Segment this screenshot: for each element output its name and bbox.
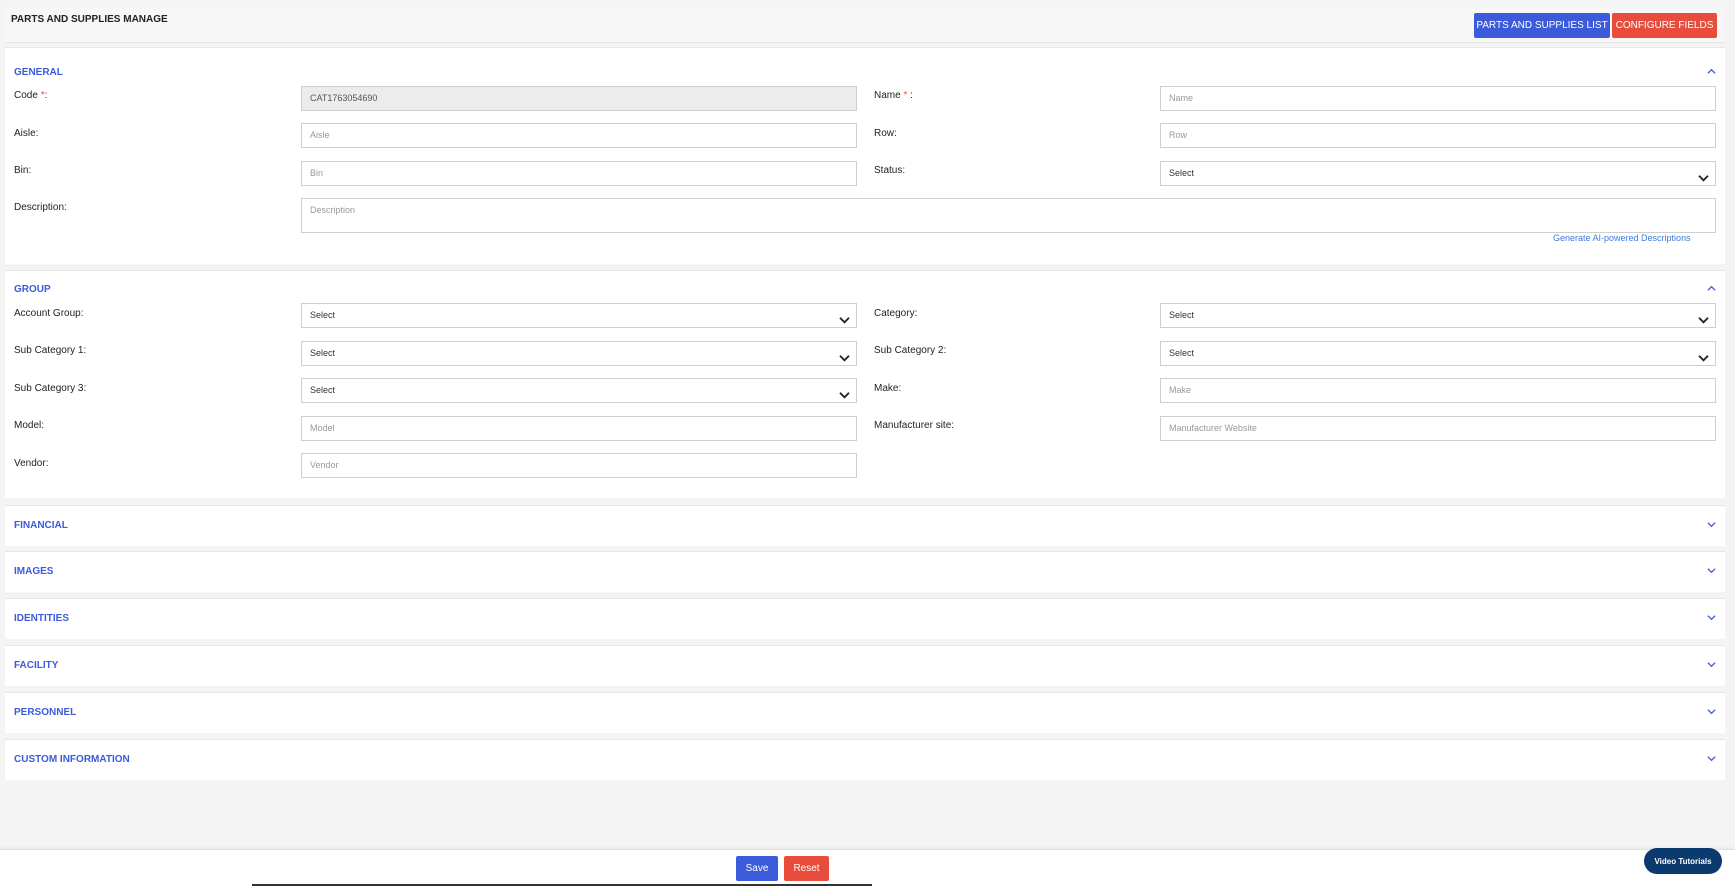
facility-section[interactable]: FACILITY <box>5 645 1725 686</box>
sub-category-2-label: Sub Category 2: <box>874 345 947 356</box>
status-label: Status: <box>874 165 906 176</box>
custom-information-section-title[interactable]: CUSTOM INFORMATION <box>14 754 130 765</box>
aisle-field[interactable]: Aisle <box>301 123 857 148</box>
images-section-title[interactable]: IMAGES <box>14 566 53 577</box>
financial-section[interactable]: FINANCIAL <box>5 505 1725 546</box>
page-title: PARTS AND SUPPLIES MANAGE <box>11 14 168 25</box>
sub-category-1-value: Select <box>310 348 336 358</box>
category-value: Select <box>1169 310 1195 320</box>
model-label: Model: <box>14 420 45 431</box>
category-select[interactable]: Select <box>1160 303 1716 328</box>
page-background <box>0 797 1735 847</box>
sub-category-3-label: Sub Category 3: <box>14 383 87 394</box>
save-button[interactable]: Save <box>736 856 778 881</box>
code-label: Code *: <box>14 90 48 101</box>
reset-button[interactable]: Reset <box>784 856 829 881</box>
make-label: Make: <box>874 383 902 394</box>
manufacturer-site-field[interactable]: Manufacturer Website <box>1160 416 1716 441</box>
parts-list-button[interactable]: PARTS AND SUPPLIES LIST <box>1474 13 1610 38</box>
chevron-down-icon <box>839 349 850 362</box>
bin-field[interactable]: Bin <box>301 161 857 186</box>
chevron-down-icon <box>1698 349 1709 362</box>
chevron-down-icon[interactable] <box>1707 613 1716 622</box>
sub-category-2-select[interactable]: Select <box>1160 341 1716 366</box>
personnel-section-title[interactable]: PERSONNEL <box>14 707 76 718</box>
chevron-down-icon[interactable] <box>1707 660 1716 669</box>
personnel-section[interactable]: PERSONNEL <box>5 692 1725 733</box>
row-field[interactable]: Row <box>1160 123 1716 148</box>
chevron-down-icon[interactable] <box>1707 566 1716 575</box>
facility-section-title[interactable]: FACILITY <box>14 660 58 671</box>
bin-label: Bin: <box>14 165 32 176</box>
chevron-down-icon <box>1698 169 1709 182</box>
custom-information-section[interactable]: CUSTOM INFORMATION <box>5 739 1725 780</box>
sub-category-3-value: Select <box>310 385 336 395</box>
status-select[interactable]: Select <box>1160 161 1716 186</box>
name-label: Name * : <box>874 90 913 101</box>
sub-category-3-select[interactable]: Select <box>301 378 857 403</box>
row-label: Row: <box>874 128 897 139</box>
identities-section-title[interactable]: IDENTITIES <box>14 613 69 624</box>
chevron-down-icon <box>839 386 850 399</box>
aisle-label: Aisle: <box>14 128 39 139</box>
group-section-title[interactable]: GROUP <box>14 284 51 295</box>
generate-ai-description-link[interactable]: Generate AI-powered Descriptions <box>1553 233 1691 243</box>
account-group-select[interactable]: Select <box>301 303 857 328</box>
identities-section[interactable]: IDENTITIES <box>5 598 1725 639</box>
chevron-down-icon[interactable] <box>1707 707 1716 716</box>
video-tutorials-button[interactable]: Video Tutorials <box>1644 848 1722 874</box>
account-group-value: Select <box>310 310 336 320</box>
manufacturer-site-label: Manufacturer site: <box>874 420 955 431</box>
images-section[interactable]: IMAGES <box>5 551 1725 592</box>
code-field[interactable]: CAT1763054690 <box>301 86 857 111</box>
model-field[interactable]: Model <box>301 416 857 441</box>
make-field[interactable]: Make <box>1160 378 1716 403</box>
vendor-field[interactable]: Vendor <box>301 453 857 478</box>
form-footer: Save Reset <box>0 849 1735 886</box>
chevron-down-icon <box>1698 311 1709 324</box>
chevron-down-icon <box>839 311 850 324</box>
group-section: GROUP Account Group: Select Category: Se… <box>5 270 1725 498</box>
configure-fields-button[interactable]: CONFIGURE FIELDS <box>1612 13 1717 38</box>
sub-category-2-value: Select <box>1169 348 1195 358</box>
general-section-title[interactable]: GENERAL <box>14 67 63 78</box>
sub-category-1-label: Sub Category 1: <box>14 345 87 356</box>
chevron-down-icon[interactable] <box>1707 754 1716 763</box>
description-field[interactable]: Description <box>301 198 1716 233</box>
chevron-up-icon[interactable] <box>1707 284 1716 293</box>
general-section: GENERAL Code *: CAT1763054690 Name * : N… <box>5 47 1725 264</box>
category-label: Category: <box>874 308 918 319</box>
vendor-label: Vendor: <box>14 458 49 469</box>
status-value: Select <box>1169 168 1195 178</box>
account-group-label: Account Group: <box>14 308 84 319</box>
description-label: Description: <box>14 202 67 213</box>
name-field[interactable]: Name <box>1160 86 1716 111</box>
financial-section-title[interactable]: FINANCIAL <box>14 520 68 531</box>
chevron-up-icon[interactable] <box>1707 67 1716 76</box>
page-header: PARTS AND SUPPLIES MANAGE PARTS AND SUPP… <box>5 7 1725 43</box>
sub-category-1-select[interactable]: Select <box>301 341 857 366</box>
chevron-down-icon[interactable] <box>1707 520 1716 529</box>
